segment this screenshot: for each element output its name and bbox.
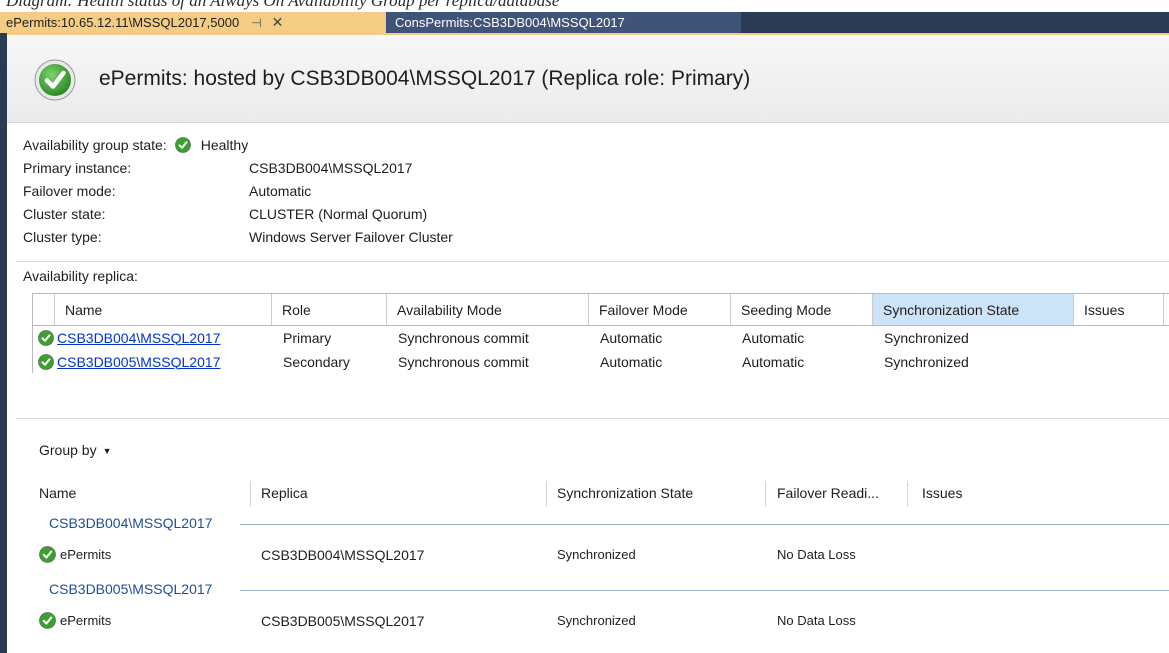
replica-grid: Name Role Availability Mode Failover Mod… xyxy=(32,293,1169,373)
availability-mode-cell: Synchronous commit xyxy=(398,353,529,370)
group-divider xyxy=(240,524,1169,525)
primary-instance-value: CSB3DB004\MSSQL2017 xyxy=(249,160,413,176)
replica-name: CSB3DB005\MSSQL2017 xyxy=(261,613,425,629)
col-header-role[interactable]: Role xyxy=(272,294,387,325)
grid-icon-column-header xyxy=(33,294,55,325)
sync-state-cell: Synchronized xyxy=(884,353,969,370)
divider xyxy=(16,261,1169,262)
column-divider xyxy=(907,481,908,507)
check-circle-icon xyxy=(39,612,56,629)
dashboard-header: ePermits: hosted by CSB3DB004\MSSQL2017 … xyxy=(7,35,1169,123)
tab-epermits[interactable]: ePermits:10.65.12.11\MSSQL2017,5000 ⊣ ✕ xyxy=(0,12,386,33)
replica-name: CSB3DB004\MSSQL2017 xyxy=(261,547,425,563)
db-col-header-replica[interactable]: Replica xyxy=(261,485,308,501)
col-header-seeding-mode[interactable]: Seeding Mode xyxy=(731,294,873,325)
failover-mode-cell: Automatic xyxy=(600,353,663,370)
seeding-mode-cell: Automatic xyxy=(742,353,805,370)
failover-mode-row: Failover mode: Automatic xyxy=(23,180,311,202)
availability-mode-cell: Synchronous commit xyxy=(398,329,529,346)
replica-section-label: Availability replica: xyxy=(23,268,138,284)
group-by-label: Group by xyxy=(39,442,97,458)
pin-icon[interactable]: ⊣ xyxy=(251,16,261,30)
db-col-header-name[interactable]: Name xyxy=(39,485,76,501)
table-row[interactable]: CSB3DB005\MSSQL2017 Secondary Synchronou… xyxy=(33,350,1169,373)
primary-instance-label: Primary instance: xyxy=(23,160,132,176)
col-header-failover-mode[interactable]: Failover Mode xyxy=(589,294,731,325)
replica-name-cell[interactable]: CSB3DB005\MSSQL2017 xyxy=(57,350,220,373)
col-header-issues[interactable]: Issues xyxy=(1074,294,1164,325)
sync-state-cell: Synchronized xyxy=(884,329,969,346)
replica-link[interactable]: CSB3DB005\MSSQL2017 xyxy=(57,354,220,370)
document-tab-bar: ePermits:10.65.12.11\MSSQL2017,5000 ⊣ ✕ … xyxy=(0,12,1169,33)
check-circle-icon xyxy=(39,546,56,563)
db-col-header-issues[interactable]: Issues xyxy=(922,485,962,501)
caption-text: Diagram: Health status of an Always On A… xyxy=(6,0,560,10)
cluster-type-row: Cluster type: Windows Server Failover Cl… xyxy=(23,226,453,248)
failover-readiness: No Data Loss xyxy=(777,613,856,628)
col-header-name[interactable]: Name xyxy=(55,294,272,325)
column-divider xyxy=(546,481,547,507)
tab-conspermits[interactable]: ConsPermits:CSB3DB004\MSSQL2017 xyxy=(386,12,741,33)
list-item[interactable]: ePermits CSB3DB004\MSSQL2017 Synchronize… xyxy=(0,544,1169,566)
failover-mode-cell: Automatic xyxy=(600,329,663,346)
cluster-type-value: Windows Server Failover Cluster xyxy=(249,229,453,245)
close-icon[interactable]: ✕ xyxy=(272,14,284,31)
failover-readiness: No Data Loss xyxy=(777,547,856,562)
ag-state-value: Healthy xyxy=(200,137,249,153)
check-circle-icon xyxy=(174,137,191,153)
seeding-mode-cell: Automatic xyxy=(742,329,805,346)
tab-label: ePermits:10.65.12.11\MSSQL2017,5000 xyxy=(6,15,240,30)
replica-grid-header: Name Role Availability Mode Failover Mod… xyxy=(33,293,1169,326)
caption-strip: Diagram: Health status of an Always On A… xyxy=(0,0,1169,12)
role-cell: Secondary xyxy=(283,353,350,370)
sync-state: Synchronized xyxy=(557,547,636,562)
group-divider xyxy=(240,590,1169,591)
failover-mode-label: Failover mode: xyxy=(23,183,116,199)
db-col-header-sync-state[interactable]: Synchronization State xyxy=(557,485,693,501)
cluster-type-label: Cluster type: xyxy=(23,229,102,245)
check-circle-icon xyxy=(38,330,54,346)
tab-label: ConsPermits:CSB3DB004\MSSQL2017 xyxy=(395,15,625,30)
table-row[interactable]: CSB3DB004\MSSQL2017 Primary Synchronous … xyxy=(33,326,1169,349)
chevron-down-icon: ▼ xyxy=(102,446,112,457)
list-item[interactable]: ePermits CSB3DB005\MSSQL2017 Synchronize… xyxy=(0,610,1169,632)
column-divider xyxy=(765,481,766,507)
col-header-sync-state[interactable]: Synchronization State xyxy=(873,294,1074,325)
group-header-csb3db004[interactable]: CSB3DB004\MSSQL2017 xyxy=(49,515,212,535)
ag-state-row: Availability group state: Healthy xyxy=(23,134,248,156)
column-divider xyxy=(250,481,251,507)
page-title: ePermits: hosted by CSB3DB004\MSSQL2017 … xyxy=(99,67,751,90)
group-header-csb3db005[interactable]: CSB3DB005\MSSQL2017 xyxy=(49,581,212,601)
failover-mode-value: Automatic xyxy=(249,183,312,199)
database-name: ePermits xyxy=(60,613,112,628)
group-by-dropdown[interactable]: Group by ▼ xyxy=(39,442,112,458)
col-header-availability-mode[interactable]: Availability Mode xyxy=(387,294,589,325)
divider xyxy=(16,418,1169,419)
db-col-header-failover-readiness[interactable]: Failover Readi... xyxy=(777,485,879,501)
sync-state: Synchronized xyxy=(557,613,636,628)
replica-name-cell[interactable]: CSB3DB004\MSSQL2017 xyxy=(57,326,220,349)
database-name: ePermits xyxy=(60,547,112,562)
ag-state-label: Availability group state: xyxy=(23,137,167,153)
role-cell: Primary xyxy=(283,329,332,346)
check-circle-icon xyxy=(38,354,54,370)
cluster-state-row: Cluster state: CLUSTER (Normal Quorum) xyxy=(23,203,427,225)
cluster-state-value: CLUSTER (Normal Quorum) xyxy=(249,206,428,222)
cluster-state-label: Cluster state: xyxy=(23,206,106,222)
primary-instance-row: Primary instance: CSB3DB004\MSSQL2017 xyxy=(23,157,412,179)
check-circle-icon xyxy=(34,59,76,101)
replica-link[interactable]: CSB3DB004\MSSQL2017 xyxy=(57,330,220,346)
